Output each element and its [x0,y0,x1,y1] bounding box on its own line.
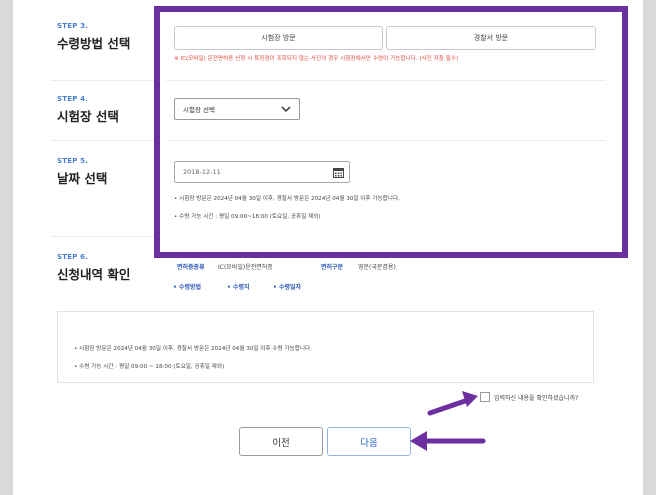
visit-test-center-button[interactable]: 시험장 방문 [174,26,383,50]
confirm-label: 입력하신 내용을 확인하셨습니까? [494,395,579,402]
step4-number: STEP 4. [57,95,89,103]
summary-license-type-label: 면허증종류 [177,264,205,271]
step3-title: 수령방법 선택 [57,36,131,51]
step6-title: 신청내역 확인 [57,267,131,282]
highlight-box: 시험장 방문 경찰서 방문 ※ IC(모바일) 운전면허증 신청 시 특징점이 … [154,6,628,258]
divider [166,80,606,81]
step5-title: 날짜 선택 [57,171,108,186]
notice-item: • 수령 가능 시간 : 평일 09:00 ~ 18:00 (토요일, 공휴일 … [74,364,225,370]
summary-license-type-value: IC(모바일)운전면허증 [218,264,273,271]
summary-license-class-value: 영문(국문겸용) [358,264,396,271]
step5-number: STEP 5. [57,157,89,165]
summary-receive-date-label: • 수령일자 [273,284,302,291]
date-note: • 시험장 방문은 2024년 04월 30일 이후, 경찰서 방문은 2024… [174,196,400,202]
calendar-icon[interactable] [333,167,344,178]
test-center-select-value: 시험장 선택 [183,106,215,114]
date-input[interactable]: 2018-12-11 [174,161,350,183]
step6-number: STEP 6. [57,253,89,261]
step4-title: 시험장 선택 [57,109,119,124]
date-note: • 수령 가능 시간 : 평일 09:00~18:00 (토요일, 공휴일 제외… [174,214,321,220]
summary-license-class-label: 면허구분 [321,264,344,271]
divider [166,140,606,141]
date-input-value: 2018-12-11 [183,168,221,176]
chevron-down-icon [281,106,291,113]
pickup-warning: ※ IC(모바일) 운전면허증 신청 시 특징점이 조회되지 않는 사진의 경우… [174,56,459,62]
confirm-checkbox[interactable] [480,392,490,402]
summary-receive-method-label: • 수령방법 [173,284,202,291]
prev-button[interactable]: 이전 [239,427,323,456]
next-button[interactable]: 다음 [327,427,411,456]
test-center-select[interactable]: 시험장 선택 [174,98,300,120]
step3-number: STEP 3. [57,22,89,30]
notice-box: • 시험장 방문은 2024년 04월 30일 이후, 경찰서 방문은 2024… [57,311,594,383]
visit-police-station-button[interactable]: 경찰서 방문 [386,26,596,50]
notice-item: • 시험장 방문은 2024년 04월 30일 이후, 경찰서 방문은 2024… [74,346,312,352]
summary-receive-place-label: • 수령지 [227,284,250,291]
